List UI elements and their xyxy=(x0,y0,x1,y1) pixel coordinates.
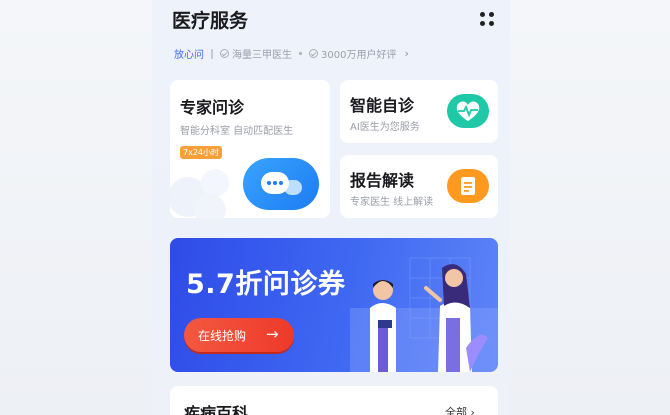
background-right xyxy=(510,0,670,415)
expert-subtitle: 智能分科室 自动匹配医生 xyxy=(180,126,294,137)
tag-fangxin: 放心问 xyxy=(174,50,204,61)
chevron-right-icon: › xyxy=(470,406,475,415)
grid-menu-icon[interactable] xyxy=(480,12,494,26)
smart-diagnosis-card[interactable]: 智能自诊 AI医生为您服务 xyxy=(340,80,498,143)
arrow-right-icon: → xyxy=(266,325,279,343)
tag-reviews: 3000万用户好评 xyxy=(321,50,397,61)
smart-title: 智能自诊 xyxy=(350,96,415,115)
page-title: 医疗服务 xyxy=(172,10,249,32)
divider xyxy=(211,48,213,59)
hours-badge: 7x24小时 xyxy=(180,146,223,159)
tag-doctors: 海量三甲医生 xyxy=(232,50,292,61)
coupon-title: 5.7折问诊券 xyxy=(186,269,346,300)
medical-service-panel: 医疗服务 放心问 海量三甲医生 3000万用户好评 › 专家问诊 智能分科室 自… xyxy=(152,0,510,415)
decorative-circles xyxy=(170,169,229,218)
buy-now-button[interactable]: 在线抢购 → xyxy=(184,318,294,352)
coupon-banner[interactable]: 5.7折问诊券 在线抢购 → xyxy=(170,238,498,372)
report-doc-icon xyxy=(447,169,489,203)
buy-now-label: 在线抢购 xyxy=(198,329,247,343)
report-title: 报告解读 xyxy=(350,171,415,190)
expert-consult-card[interactable]: 专家问诊 智能分科室 自动匹配医生 7x24小时 xyxy=(170,80,330,218)
view-all-label: 全部 xyxy=(445,406,467,415)
view-all-link[interactable]: 全部 › xyxy=(445,404,475,415)
chat-bubble-icon xyxy=(243,158,319,210)
report-subtitle: 专家医生 线上解读 xyxy=(350,197,434,208)
background-left xyxy=(0,0,152,415)
expert-title: 专家问诊 xyxy=(180,98,245,117)
chevron-right-icon: › xyxy=(404,47,409,60)
disease-encyclopedia-card[interactable]: 疾病百科 全部 › xyxy=(170,386,498,415)
heart-pulse-icon xyxy=(447,94,489,128)
separator-dot xyxy=(299,52,302,55)
trust-tags[interactable]: 放心问 海量三甲医生 3000万用户好评 › xyxy=(174,46,409,61)
check-icon xyxy=(220,49,229,58)
smart-subtitle: AI医生为您服务 xyxy=(350,122,420,133)
encyclopedia-title: 疾病百科 xyxy=(184,404,249,415)
report-reading-card[interactable]: 报告解读 专家医生 线上解读 xyxy=(340,155,498,218)
check-icon xyxy=(309,49,318,58)
